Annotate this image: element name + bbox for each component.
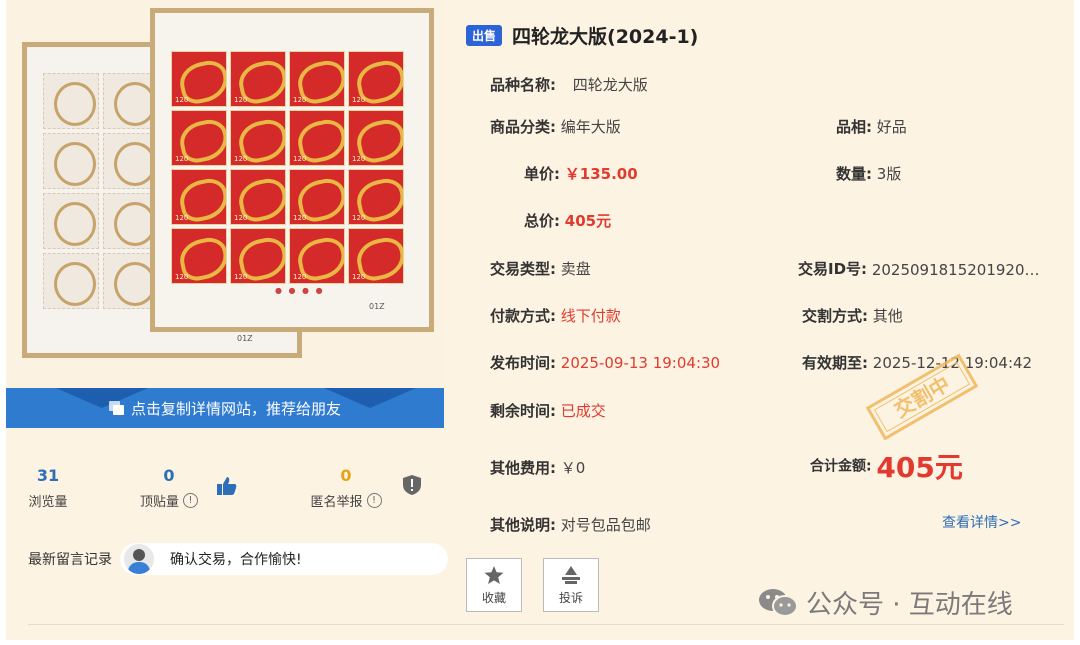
quantity-label: 数量: <box>836 165 872 183</box>
sum-value: 405元 <box>876 451 963 484</box>
field-condition: 品相: 好品 <box>836 116 907 137</box>
copy-share-link-banner[interactable]: 点击复制详情网站，推荐给朋友 <box>6 388 444 428</box>
color-register-dots: ● ● ● ● <box>275 286 325 295</box>
thumbs-up-icon[interactable] <box>216 476 238 500</box>
complain-button[interactable]: 投诉 <box>543 558 599 612</box>
category-label: 商品分类: <box>490 118 556 136</box>
reports-label: 匿名举报 <box>310 495 363 510</box>
fees-value: ￥0 <box>560 459 586 477</box>
field-trade-id: 交易ID号: 2025091815201920… <box>798 258 1050 279</box>
total-label: 总价: <box>524 212 560 230</box>
remaining-value: 已成交 <box>560 402 606 420</box>
stamp-sheet-front-image[interactable]: ● ● ● ● 01Z <box>150 8 434 332</box>
commenter-avatar <box>124 544 154 574</box>
field-sum-total: 合计金额: 405元 <box>810 446 963 486</box>
variety-value: 四轮龙大版 <box>572 76 648 94</box>
field-delivery: 交割方式: 其他 <box>802 305 903 326</box>
notes-value: 对号包品包邮 <box>560 516 651 534</box>
latest-comment-row: 最新留言记录 确认交易，合作愉快! <box>28 542 448 576</box>
report-shield-icon[interactable] <box>402 474 422 500</box>
star-icon <box>467 559 521 585</box>
sheet-code-back: 01Z <box>237 334 253 343</box>
quantity-value: 3版 <box>876 165 902 183</box>
stat-bumps: 0 顶贴量 ! <box>132 466 206 510</box>
comment-text: 确认交易，合作愉快! <box>170 552 302 568</box>
wechat-icon <box>758 587 798 619</box>
share-banner-label: 点击复制详情网站，推荐给朋友 <box>130 399 341 418</box>
variety-label: 品种名称: <box>490 76 556 94</box>
publish-value: 2025-09-13 19:04:30 <box>560 354 721 372</box>
publish-label: 发布时间: <box>490 354 556 372</box>
views-count: 31 <box>36 466 60 485</box>
category-value: 编年大版 <box>560 118 621 136</box>
total-value: 405元 <box>564 212 612 230</box>
latest-comment-title: 最新留言记录 <box>28 552 112 568</box>
trade-type-label: 交易类型: <box>490 260 556 278</box>
view-details-link[interactable]: 查看详情>> <box>942 512 1021 532</box>
fees-label: 其他费用: <box>490 459 556 477</box>
field-quantity: 数量: 3版 <box>836 163 901 184</box>
field-total: 总价: 405元 <box>524 210 611 231</box>
listing-panel: 01Z ● ● ● ● 01Z 点击复制详情网站，推荐给朋友 31 浏览量 0 <box>6 0 1074 640</box>
bumps-info-icon[interactable]: ! <box>183 493 198 508</box>
views-label: 浏览量 <box>28 495 68 510</box>
trade-id-label: 交易ID号: <box>798 260 868 278</box>
condition-label: 品相: <box>836 118 872 136</box>
field-trade-type: 交易类型: 卖盘 <box>490 258 591 279</box>
complain-label: 投诉 <box>558 591 583 605</box>
delivery-label: 交割方式: <box>802 307 868 325</box>
delivery-value: 其他 <box>872 307 903 325</box>
bottom-divider <box>28 624 1064 625</box>
field-other-fees: 其他费用: ￥0 <box>490 457 585 478</box>
bumps-label: 顶贴量 <box>139 495 179 510</box>
stamp-image-gallery[interactable]: 01Z ● ● ● ● 01Z <box>6 0 446 388</box>
listing-stats: 31 浏览量 0 顶贴量 ! 0 匿名举报 ! <box>6 460 446 520</box>
unit-price-value: ￥135.00 <box>564 165 638 183</box>
complaint-icon <box>544 559 598 585</box>
stamp-sheet-front-grid <box>171 51 404 284</box>
field-variety: 品种名称: 四轮龙大版 <box>490 74 648 95</box>
watermark-text: 公众号 · 互动在线 <box>806 590 1013 620</box>
field-expiry: 有效期至: 2025-12-12 19:04:42 <box>802 352 1032 373</box>
trade-type-value: 卖盘 <box>560 260 591 278</box>
copy-icon <box>108 401 125 415</box>
notes-label: 其他说明: <box>490 516 556 534</box>
field-category: 商品分类: 编年大版 <box>490 116 621 137</box>
sum-label: 合计金额: <box>810 458 872 475</box>
favorite-label: 收藏 <box>481 591 506 605</box>
field-payment: 付款方式: 线下付款 <box>490 305 621 326</box>
sell-badge: 出售 <box>466 25 503 46</box>
wechat-watermark: 公众号 · 互动在线 <box>758 584 1013 621</box>
field-notes: 其他说明: 对号包品包邮 <box>490 514 651 535</box>
reports-count: 0 <box>340 466 352 485</box>
field-remaining-time: 剩余时间: 已成交 <box>490 400 606 421</box>
favorite-button[interactable]: 收藏 <box>466 558 522 612</box>
trade-id-value: 2025091815201920… <box>871 261 1040 279</box>
field-publish-time: 发布时间: 2025-09-13 19:04:30 <box>490 352 720 373</box>
remaining-label: 剩余时间: <box>490 402 556 420</box>
reports-info-icon[interactable]: ! <box>366 493 382 508</box>
stat-reports: 0 匿名举报 ! <box>304 466 388 510</box>
comment-bubble: 确认交易，合作愉快! <box>120 543 448 575</box>
condition-value: 好品 <box>876 118 907 136</box>
payment-value: 线下付款 <box>560 307 621 325</box>
stat-views: 31 浏览量 <box>24 466 72 510</box>
listing-title: 四轮龙大版(2024-1) <box>512 26 699 48</box>
expiry-label: 有效期至: <box>802 354 868 372</box>
bumps-count: 0 <box>163 466 175 485</box>
unit-price-label: 单价: <box>524 165 560 183</box>
payment-label: 付款方式: <box>490 307 556 325</box>
sheet-code-front: 01Z <box>369 302 385 311</box>
field-unit-price: 单价: ￥135.00 <box>524 163 638 184</box>
listing-title-row: 出售 四轮龙大版(2024-1) <box>466 22 698 49</box>
